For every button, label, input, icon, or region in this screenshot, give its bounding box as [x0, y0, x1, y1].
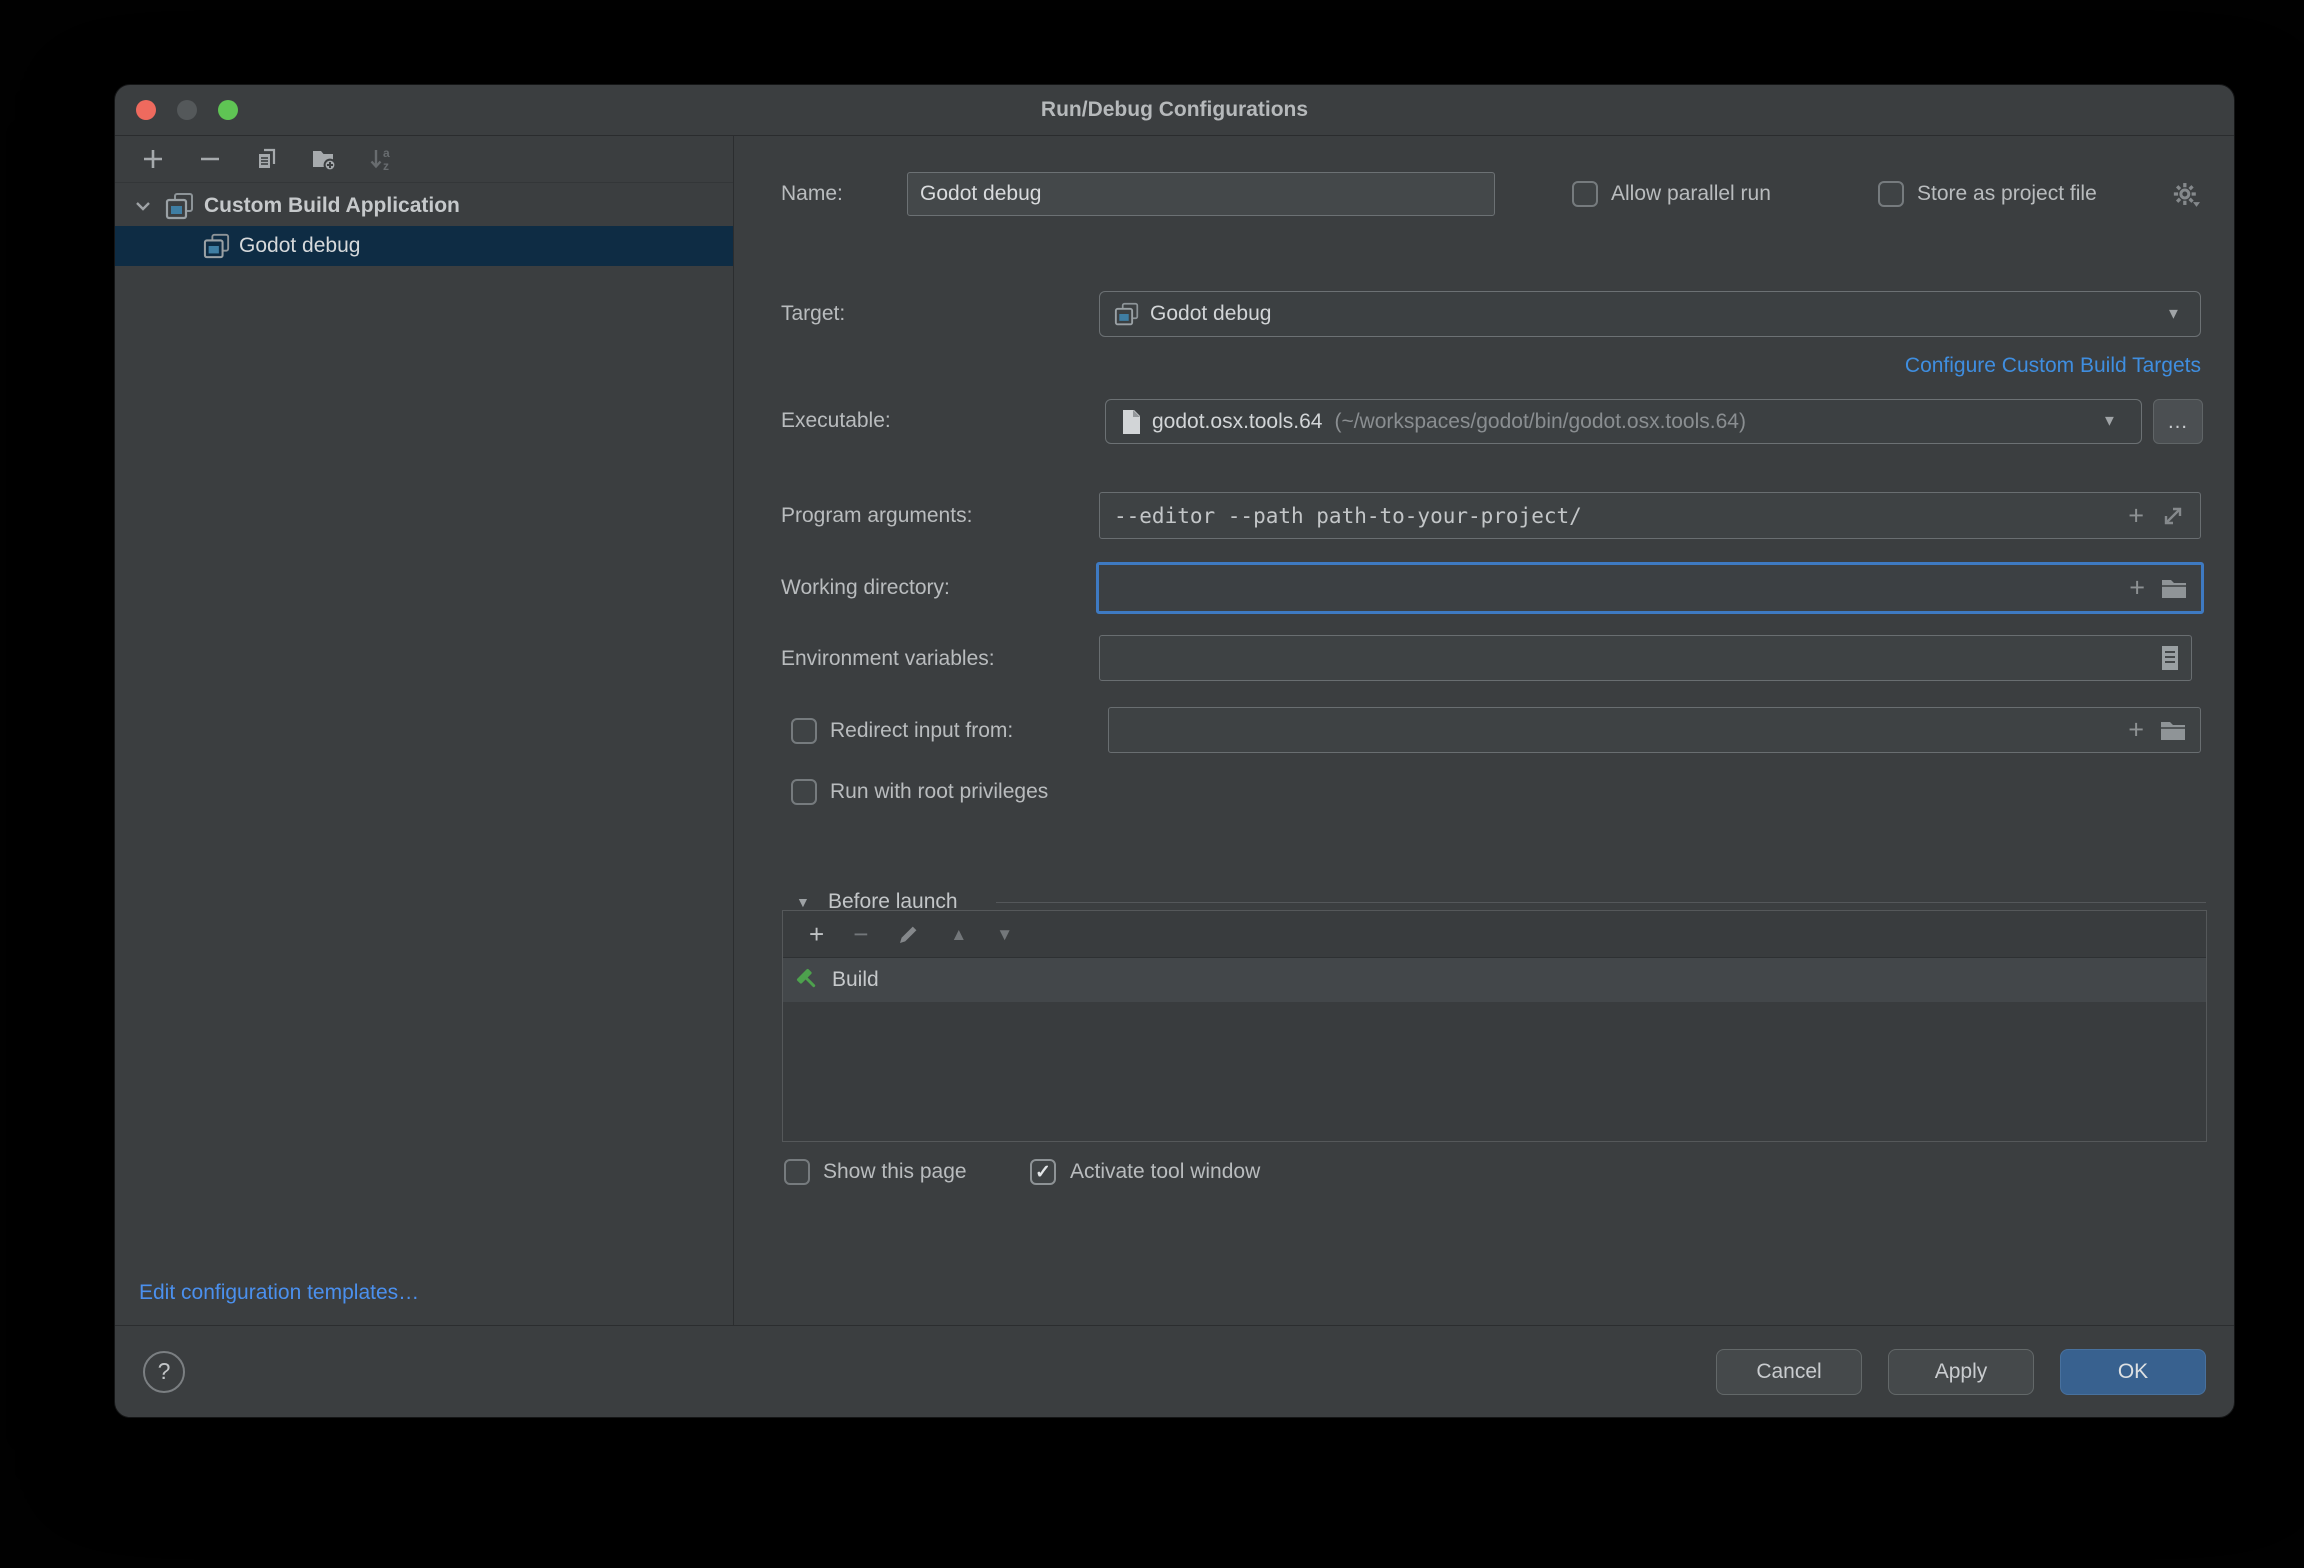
program-arguments-value: --editor --path path-to-your-project/ — [1114, 504, 1582, 528]
application-stack-icon — [203, 233, 231, 259]
edit-task-icon — [897, 922, 921, 946]
dialog-footer: ? Cancel Apply OK — [115, 1325, 2234, 1417]
environment-variables-label: Environment variables: — [781, 647, 995, 671]
close-window-button[interactable] — [136, 100, 156, 120]
working-directory-label: Working directory: — [781, 576, 950, 600]
executable-value: godot.osx.tools.64 — [1152, 410, 1322, 434]
tree-item-label: Godot debug — [239, 234, 360, 258]
configurations-tree: Custom Build Application Godot debug — [115, 183, 733, 266]
tree-group-label: Custom Build Application — [204, 194, 460, 218]
collapse-section-icon[interactable]: ▼ — [796, 894, 810, 910]
dialog-title: Run/Debug Configurations — [115, 98, 2234, 122]
target-value: Godot debug — [1150, 302, 1271, 326]
name-label: Name: — [781, 182, 843, 206]
dropdown-arrow-icon[interactable]: ▼ — [2102, 413, 2117, 430]
dropdown-arrow-icon[interactable]: ▼ — [2166, 306, 2181, 323]
browse-folder-icon[interactable] — [2161, 577, 2187, 599]
svg-text:z: z — [383, 159, 389, 172]
run-root-privileges-label: Run with root privileges — [830, 780, 1048, 804]
configuration-form: Name: Allow parallel run Store as projec… — [734, 136, 2234, 1325]
sidebar-toolbar: az — [115, 136, 733, 183]
cancel-button[interactable]: Cancel — [1716, 1349, 1862, 1395]
zoom-window-button[interactable] — [218, 100, 238, 120]
ok-button[interactable]: OK — [2060, 1349, 2206, 1395]
apply-button[interactable]: Apply — [1888, 1349, 2034, 1395]
add-macro-icon[interactable]: + — [2128, 502, 2144, 529]
minimize-window-button — [177, 100, 197, 120]
move-task-up-icon: ▲ — [950, 926, 967, 943]
edit-variables-icon[interactable] — [2161, 645, 2179, 671]
store-as-project-file-checkbox[interactable] — [1878, 181, 1904, 207]
gear-icon[interactable] — [2172, 180, 2200, 208]
new-folder-icon[interactable] — [311, 146, 337, 172]
executable-dropdown[interactable]: godot.osx.tools.64 (~/workspaces/godot/b… — [1105, 399, 2142, 444]
footer-buttons: Cancel Apply OK — [1716, 1349, 2206, 1395]
before-launch-task-build[interactable]: Build — [783, 958, 2206, 1002]
environment-variables-field[interactable] — [1099, 635, 2192, 681]
task-label: Build — [832, 968, 879, 992]
expand-field-icon[interactable] — [2160, 503, 2186, 529]
copy-configuration-icon[interactable] — [254, 146, 280, 172]
redirect-input-label: Redirect input from: — [830, 719, 1013, 743]
tree-item-godot-debug[interactable]: Godot debug — [115, 226, 733, 266]
tree-group-custom-build-application[interactable]: Custom Build Application — [115, 186, 733, 226]
activate-tool-window-checkbox[interactable]: ✓ — [1030, 1159, 1056, 1185]
remove-task-icon: − — [853, 921, 868, 947]
executable-label: Executable: — [781, 409, 891, 433]
hammer-icon — [795, 967, 821, 993]
sort-configurations-icon: az — [368, 146, 394, 172]
sidebar-spacer — [115, 266, 733, 1281]
before-launch-panel: + − ▲ ▼ Build — [782, 910, 2207, 1142]
remove-configuration-icon[interactable] — [197, 146, 223, 172]
section-divider — [996, 902, 2206, 903]
program-arguments-label: Program arguments: — [781, 504, 972, 528]
allow-parallel-run-label: Allow parallel run — [1611, 182, 1771, 206]
allow-parallel-run-checkbox[interactable] — [1572, 181, 1598, 207]
target-label: Target: — [781, 302, 845, 326]
run-root-privileges-checkbox[interactable] — [791, 779, 817, 805]
chevron-down-icon[interactable] — [130, 193, 156, 219]
move-task-down-icon: ▼ — [996, 926, 1013, 943]
show-this-page-checkbox[interactable] — [784, 1159, 810, 1185]
program-arguments-field[interactable]: --editor --path path-to-your-project/ + — [1099, 492, 2201, 539]
redirect-input-checkbox[interactable] — [791, 718, 817, 744]
store-as-project-file-label: Store as project file — [1917, 182, 2097, 206]
target-dropdown[interactable]: Godot debug — [1099, 291, 2201, 337]
before-launch-toolbar: + − ▲ ▼ — [783, 911, 2206, 958]
title-bar: Run/Debug Configurations — [115, 85, 2234, 136]
executable-path: (~/workspaces/godot/bin/godot.osx.tools.… — [1334, 410, 1746, 434]
run-debug-configurations-dialog: Run/Debug Configurations az — [114, 84, 2235, 1418]
file-icon — [1120, 409, 1142, 435]
name-input[interactable] — [907, 172, 1495, 216]
help-button[interactable]: ? — [143, 1351, 185, 1393]
browse-folder-icon[interactable] — [2160, 719, 2186, 741]
dialog-body: az Custom Build Application — [115, 136, 2234, 1325]
add-configuration-icon[interactable] — [140, 146, 166, 172]
traffic-lights — [115, 100, 238, 120]
activate-tool-window-label: Activate tool window — [1070, 1160, 1260, 1184]
add-task-icon[interactable]: + — [809, 921, 824, 947]
edit-configuration-templates-link[interactable]: Edit configuration templates… — [115, 1281, 733, 1325]
add-macro-icon[interactable]: + — [2129, 575, 2145, 602]
application-stack-icon — [165, 192, 195, 220]
add-macro-icon[interactable]: + — [2128, 717, 2144, 744]
working-directory-field[interactable]: + — [1096, 562, 2204, 614]
configure-custom-build-targets-link[interactable]: Configure Custom Build Targets — [1905, 354, 2201, 378]
svg-text:a: a — [383, 146, 390, 160]
configurations-sidebar: az Custom Build Application — [115, 136, 734, 1325]
browse-executable-button[interactable]: … — [2153, 399, 2203, 444]
show-this-page-label: Show this page — [823, 1160, 967, 1184]
redirect-input-field[interactable]: + — [1108, 707, 2201, 753]
application-stack-icon — [1114, 302, 1140, 326]
